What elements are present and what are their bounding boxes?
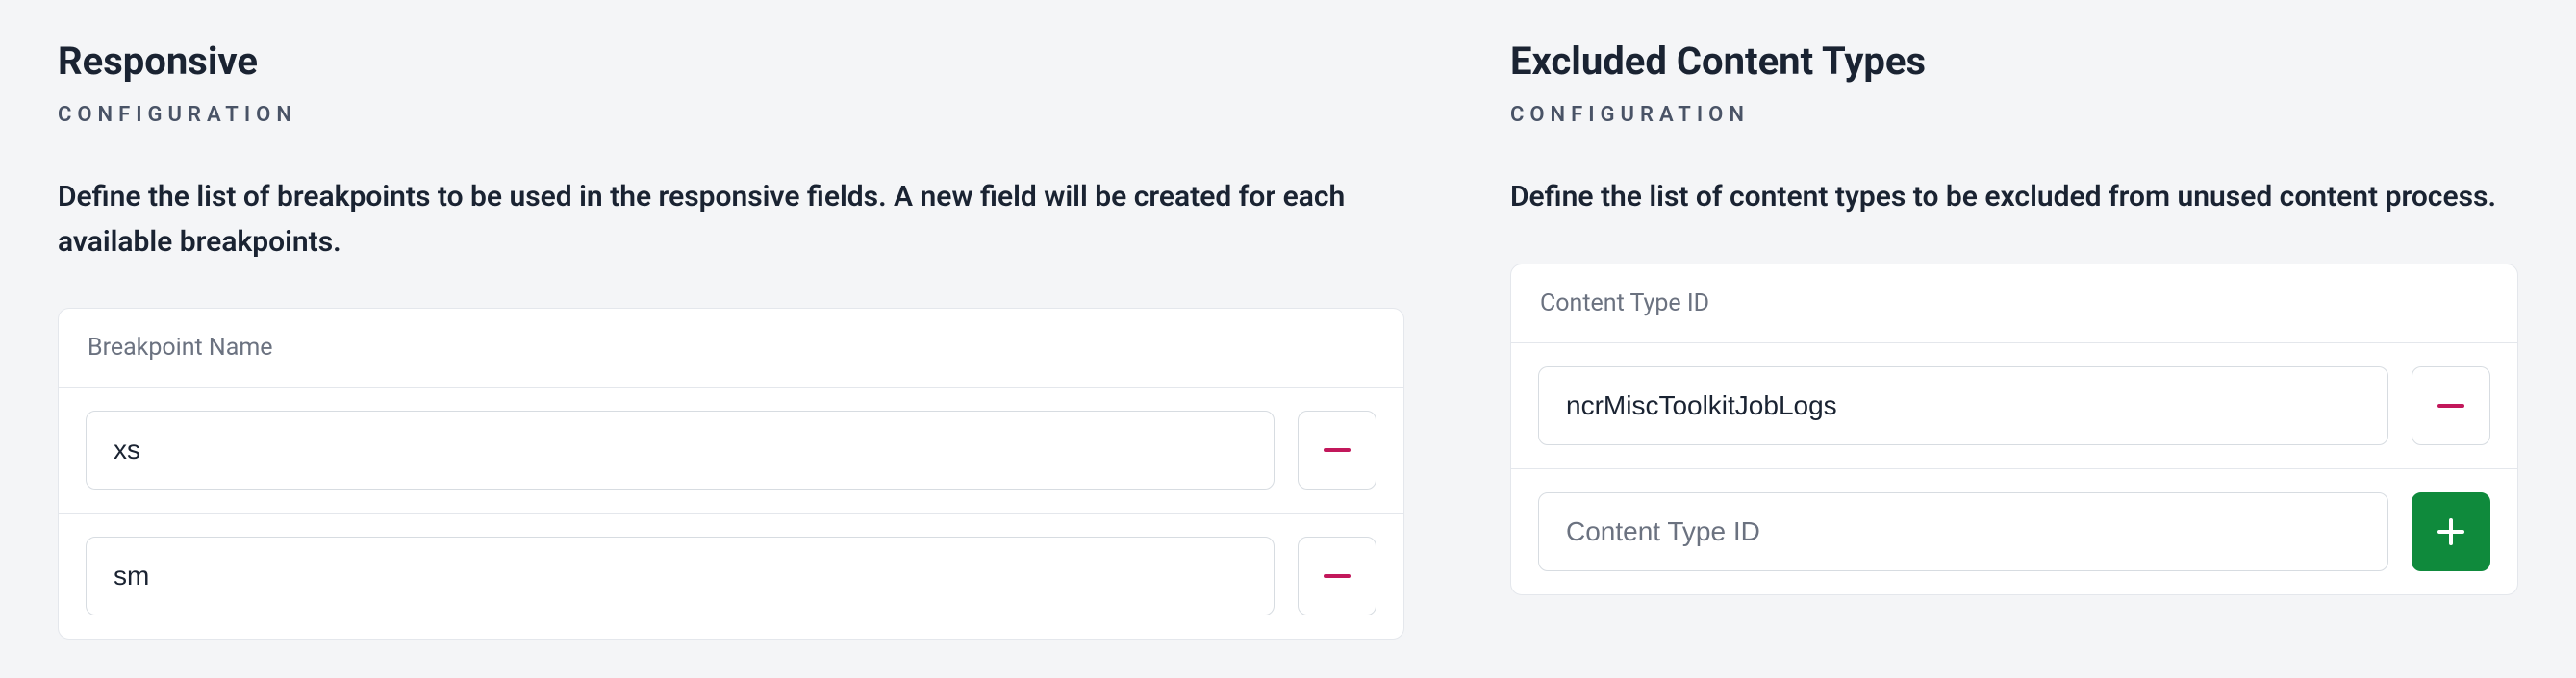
breakpoint-row xyxy=(59,513,1403,639)
minus-icon xyxy=(1324,448,1351,452)
breakpoints-card: Breakpoint Name xyxy=(58,308,1404,640)
content-type-new-input[interactable] xyxy=(1538,492,2388,571)
content-types-card: Content Type ID xyxy=(1510,264,2518,595)
content-type-row xyxy=(1511,343,2517,468)
responsive-title: Responsive xyxy=(58,38,1404,84)
breakpoint-row xyxy=(59,388,1403,513)
content-types-header: Content Type ID xyxy=(1511,264,2517,343)
breakpoints-header: Breakpoint Name xyxy=(59,309,1403,388)
breakpoint-input[interactable] xyxy=(86,537,1275,615)
responsive-subtitle: CONFIGURATION xyxy=(58,103,1404,127)
remove-breakpoint-button[interactable] xyxy=(1298,537,1376,615)
excluded-subtitle: CONFIGURATION xyxy=(1510,103,2518,127)
remove-content-type-button[interactable] xyxy=(2412,366,2490,445)
plus-icon xyxy=(2437,518,2464,545)
responsive-panel: Responsive CONFIGURATION Define the list… xyxy=(58,38,1404,640)
responsive-description: Define the list of breakpoints to be use… xyxy=(58,175,1404,264)
excluded-title: Excluded Content Types xyxy=(1510,38,2518,84)
breakpoint-input[interactable] xyxy=(86,411,1275,490)
remove-breakpoint-button[interactable] xyxy=(1298,411,1376,490)
minus-icon xyxy=(2437,404,2464,408)
minus-icon xyxy=(1324,574,1351,578)
excluded-description: Define the list of content types to be e… xyxy=(1510,175,2518,220)
content-type-new-row xyxy=(1511,468,2517,594)
content-type-input[interactable] xyxy=(1538,366,2388,445)
add-content-type-button[interactable] xyxy=(2412,492,2490,571)
excluded-content-types-panel: Excluded Content Types CONFIGURATION Def… xyxy=(1510,38,2518,640)
